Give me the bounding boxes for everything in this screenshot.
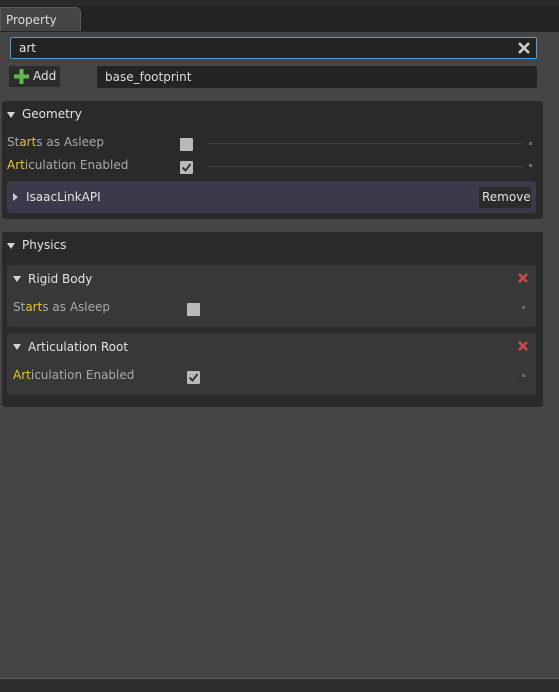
bottom-status-bar [0,678,559,692]
collapse-triangle-icon[interactable] [7,243,15,249]
starts-as-asleep-label: Starts as Asleep [13,300,110,314]
delete-rigid-body-icon[interactable] [516,271,530,285]
divider-line [206,166,524,167]
default-indicator[interactable] [522,374,525,377]
default-indicator[interactable] [529,164,532,167]
geometry-header[interactable]: Geometry [22,107,82,121]
divider-line [212,376,515,377]
remove-button-label: Remove [482,190,531,204]
search-input[interactable] [19,40,509,56]
starts-as-asleep-checkbox[interactable] [180,138,193,151]
starts-as-asleep-label: Starts as Asleep [7,135,104,149]
checkmark-icon [188,373,199,382]
articulation-root-header[interactable]: Articulation Root [28,340,128,354]
remove-button[interactable]: Remove [479,187,531,208]
tab-label: Property [6,13,57,27]
expand-triangle-icon[interactable] [13,193,18,201]
tab-property[interactable]: Property [0,7,81,31]
articulation-enabled-label: Articulation Enabled [7,158,129,172]
search-field[interactable] [10,37,537,59]
collapse-triangle-icon[interactable] [13,344,21,350]
articulation-enabled-checkbox[interactable] [180,161,193,174]
articulation-enabled-label: Articulation Enabled [13,368,135,382]
prim-path-field[interactable]: base_footprint [97,66,537,88]
clear-search-icon[interactable] [516,40,532,56]
divider-line [212,308,515,309]
articulation-enabled-checkbox[interactable] [187,371,200,384]
add-button[interactable]: Add [9,66,60,87]
physics-header[interactable]: Physics [22,238,66,252]
tab-strip [0,6,559,32]
add-button-label: Add [33,69,57,83]
isaac-link-api-header[interactable]: IsaacLinkAPI [26,190,101,204]
collapse-triangle-icon[interactable] [13,276,21,282]
plus-icon [14,69,29,84]
default-indicator[interactable] [529,142,532,145]
divider-line [206,143,524,144]
collapse-triangle-icon[interactable] [7,112,15,118]
checkmark-icon [181,163,192,172]
default-indicator[interactable] [522,306,525,309]
prim-path-value: base_footprint [105,70,192,84]
delete-articulation-root-icon[interactable] [516,339,530,353]
rigid-body-header[interactable]: Rigid Body [28,272,92,286]
starts-as-asleep-checkbox[interactable] [187,303,200,316]
